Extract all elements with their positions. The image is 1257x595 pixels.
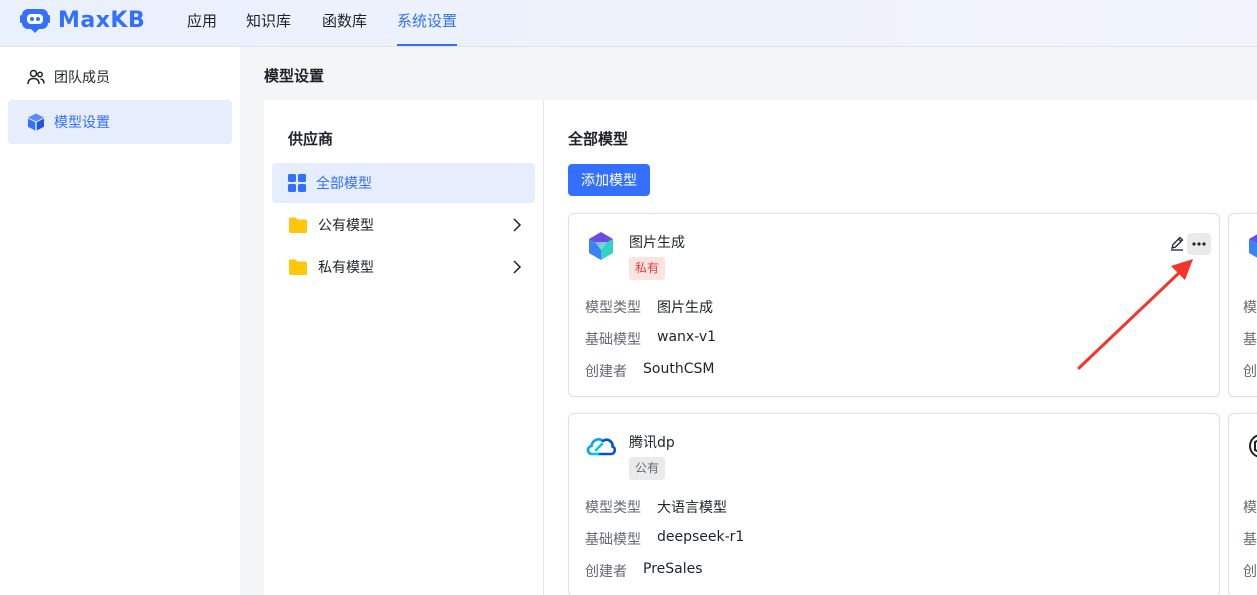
field-value: SouthCSM [643,361,715,377]
add-model-button[interactable]: 添加模型 [568,164,650,196]
provider-list: 供应商 全部模型 公有模型 私有模型 [264,100,544,595]
field-label: 模型类型 [585,500,641,516]
provider-item-private[interactable]: 私有模型 [272,247,535,287]
creator-row: 创建者 PreSales [585,561,703,581]
ellipsis-icon [1192,242,1206,246]
folder-icon [289,217,307,233]
page-title: 模型设置 [264,67,325,85]
field-label: 创 [1243,564,1257,580]
model-card[interactable]: 腾讯dp 公有 模型类型 大语言模型 基础模型 deepseek-r1 创建者 … [568,413,1220,595]
tongyi-logo-icon [1249,234,1257,258]
nav-knowledge-base[interactable]: 知识库 [246,0,291,46]
model-type-row: 模型类型 图片生成 [585,297,713,317]
cube-icon [28,113,44,131]
field-label: 基础模型 [585,332,641,348]
model-settings-panel: 供应商 全部模型 公有模型 私有模型 全部模型 添加模型 图片生成 私有 模型类… [264,100,1257,595]
model-card-partial[interactable]: 模 基 创 [1228,413,1257,595]
model-card[interactable]: 图片生成 私有 模型类型 图片生成 基础模型 wanx-v1 创建者 South… [568,213,1220,397]
field-label: 模型类型 [585,300,641,316]
field-value: PreSales [643,561,703,577]
public-badge: 公有 [629,457,666,480]
model-type-row: 模型类型 大语言模型 [585,497,727,517]
grid-icon [288,174,306,192]
field-label: 基 [1243,532,1257,548]
tencent-cloud-logo-icon [586,438,617,456]
creator-row: 创建者 SouthCSM [585,361,714,381]
brand[interactable]: MaxKB [20,6,145,34]
nav-system-settings[interactable]: 系统设置 [397,0,458,46]
model-card-partial[interactable]: 模 基 创 [1228,213,1257,397]
model-list: 全部模型 添加模型 图片生成 私有 模型类型 图片生成 基础模型 wanx-v1… [545,100,1257,595]
sidebar-item-label: 团队成员 [54,70,110,86]
provider-label: 公有模型 [318,218,374,234]
brand-name: MaxKB [58,7,146,33]
provider-label: 全部模型 [316,176,372,192]
provider-label: 私有模型 [318,260,374,276]
model-name: 腾讯dp [629,435,675,451]
openai-logo-icon [1249,434,1257,458]
nav-function-library[interactable]: 函数库 [322,0,367,46]
provider-item-public[interactable]: 公有模型 [272,205,535,245]
chevron-right-icon [513,218,522,232]
field-label: 创建者 [585,364,627,380]
more-options-button[interactable] [1187,233,1211,255]
field-value: 大语言模型 [657,500,727,516]
folder-icon [289,259,307,275]
maxkb-logo-icon [20,9,50,33]
field-value: deepseek-r1 [657,529,745,545]
sidebar-item-team-members[interactable]: 团队成员 [8,55,232,99]
edit-icon[interactable] [1169,235,1185,251]
field-label: 创建者 [585,564,627,580]
field-label: 创 [1243,364,1257,380]
field-label: 模 [1243,300,1257,316]
top-navigation-bar: MaxKB 应用 知识库 函数库 系统设置 [0,0,1257,47]
provider-item-all[interactable]: 全部模型 [272,163,535,203]
field-label: 基 [1243,332,1257,348]
field-value: wanx-v1 [657,329,717,345]
tongyi-logo-icon [589,232,613,260]
team-icon [27,69,45,85]
field-value: 图片生成 [657,300,713,316]
provider-title: 供应商 [288,130,334,148]
sidebar: 团队成员 模型设置 [0,47,240,595]
sidebar-item-label: 模型设置 [54,115,110,131]
base-model-row: 基础模型 deepseek-r1 [585,529,744,549]
model-name: 图片生成 [629,235,685,251]
base-model-row: 基础模型 wanx-v1 [585,329,716,349]
field-label: 基础模型 [585,532,641,548]
models-title: 全部模型 [568,130,629,148]
nav-apps[interactable]: 应用 [187,0,217,46]
field-label: 模 [1243,500,1257,516]
chevron-right-icon [513,260,522,274]
sidebar-item-model-settings[interactable]: 模型设置 [8,100,232,144]
private-badge: 私有 [629,257,666,280]
